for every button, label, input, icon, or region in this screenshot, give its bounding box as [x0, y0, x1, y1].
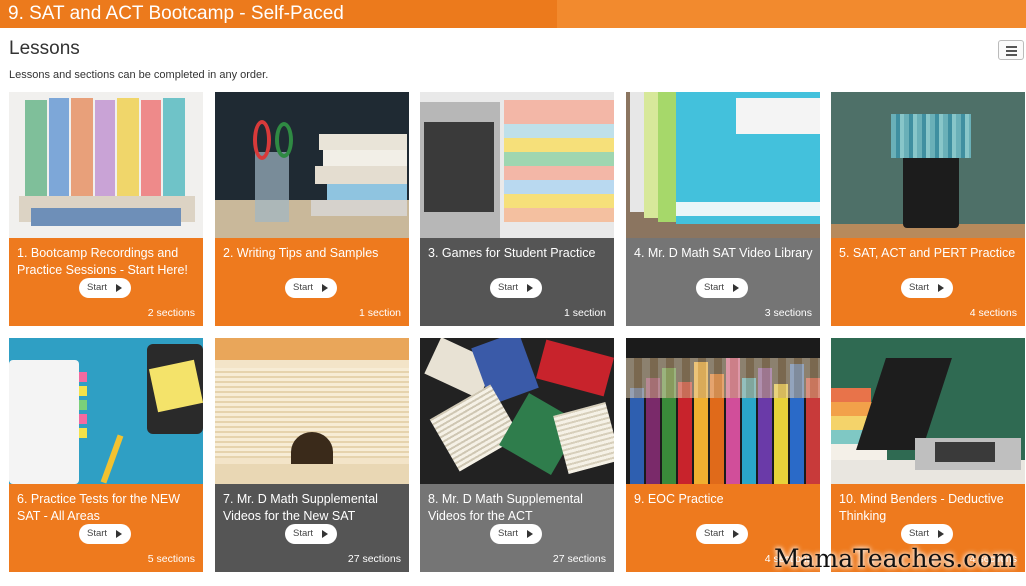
play-icon — [527, 284, 533, 292]
lesson-info-panel: 6. Practice Tests for the NEW SAT - All … — [9, 484, 203, 572]
start-button[interactable]: Start — [696, 524, 748, 544]
lesson-title: 9. EOC Practice — [634, 492, 724, 506]
start-button[interactable]: Start — [285, 278, 337, 298]
lesson-card[interactable]: 3. Games for Student Practice Start 1 se… — [420, 92, 614, 326]
lesson-info-panel: 1. Bootcamp Recordings and Practice Sess… — [9, 238, 203, 326]
lesson-title: 6. Practice Tests for the NEW SAT - All … — [17, 492, 181, 523]
lesson-info-panel: 5. SAT, ACT and PERT Practice Start 4 se… — [831, 238, 1025, 326]
start-button[interactable]: Start — [79, 278, 131, 298]
lesson-thumbnail — [215, 338, 409, 484]
lesson-thumbnail — [626, 338, 820, 484]
play-icon — [116, 284, 122, 292]
lesson-thumbnail — [420, 338, 614, 484]
section-count: 5 sections — [147, 553, 195, 565]
lesson-info-panel: 7. Mr. D Math Supplemental Videos for th… — [215, 484, 409, 572]
play-icon — [938, 530, 944, 538]
lesson-info-panel: 8. Mr. D Math Supplemental Videos for th… — [420, 484, 614, 572]
page-title: Lessons — [9, 38, 80, 59]
play-icon — [322, 530, 328, 538]
play-icon — [527, 530, 533, 538]
section-count: 4 sections — [969, 307, 1017, 319]
lesson-title: 10. Mind Benders - Deductive Thinking — [839, 492, 1004, 523]
section-count: 1 section — [358, 307, 401, 319]
lessons-description: Lessons and sections can be completed in… — [9, 69, 269, 81]
play-icon — [322, 284, 328, 292]
lesson-thumbnail — [9, 92, 203, 238]
watermark: MamaTeaches.com — [774, 544, 1016, 573]
lesson-thumbnail — [626, 92, 820, 238]
lesson-thumbnail — [420, 92, 614, 238]
lesson-info-panel: 4. Mr. D Math SAT Video Library Start 3 … — [626, 238, 820, 326]
play-icon — [938, 284, 944, 292]
course-header-bar: 9. SAT and ACT Bootcamp - Self-Paced — [0, 0, 1026, 28]
start-label: Start — [87, 528, 108, 539]
start-label: Start — [293, 282, 314, 293]
lesson-thumbnail — [831, 338, 1025, 484]
start-label: Start — [498, 528, 519, 539]
start-label: Start — [293, 528, 314, 539]
start-button[interactable]: Start — [79, 524, 131, 544]
start-button[interactable]: Start — [490, 524, 542, 544]
section-count: 27 sections — [347, 553, 401, 565]
start-label: Start — [909, 282, 930, 293]
list-view-button[interactable] — [998, 40, 1024, 60]
play-icon — [733, 284, 739, 292]
lesson-card[interactable]: 4. Mr. D Math SAT Video Library Start 3 … — [626, 92, 820, 326]
list-icon — [1006, 46, 1017, 58]
section-count: 27 sections — [552, 553, 606, 565]
lesson-title: 1. Bootcamp Recordings and Practice Sess… — [17, 246, 188, 277]
lesson-title: 2. Writing Tips and Samples — [223, 246, 379, 260]
lesson-card[interactable]: 8. Mr. D Math Supplemental Videos for th… — [420, 338, 614, 572]
start-label: Start — [909, 528, 930, 539]
play-icon — [733, 530, 739, 538]
lesson-card[interactable]: 10. Mind Benders - Deductive Thinking St… — [831, 338, 1025, 572]
lesson-card[interactable]: 7. Mr. D Math Supplemental Videos for th… — [215, 338, 409, 572]
section-count: 1 section — [563, 307, 606, 319]
start-button[interactable]: Start — [696, 278, 748, 298]
lesson-title: 3. Games for Student Practice — [428, 246, 596, 260]
lesson-title: 4. Mr. D Math SAT Video Library — [634, 246, 813, 260]
lesson-card[interactable]: 5. SAT, ACT and PERT Practice Start 4 se… — [831, 92, 1025, 326]
lesson-thumbnail — [9, 338, 203, 484]
lesson-title: 5. SAT, ACT and PERT Practice — [839, 246, 1016, 260]
start-button[interactable]: Start — [490, 278, 542, 298]
start-button[interactable]: Start — [901, 524, 953, 544]
section-count: 3 sections — [764, 307, 812, 319]
lesson-title: 7. Mr. D Math Supplemental Videos for th… — [223, 492, 378, 523]
start-button[interactable]: Start — [285, 524, 337, 544]
lesson-info-panel: 2. Writing Tips and Samples Start 1 sect… — [215, 238, 409, 326]
lesson-card[interactable]: 2. Writing Tips and Samples Start 1 sect… — [215, 92, 409, 326]
lesson-card[interactable]: 9. EOC Practice Start 4 sections — [626, 338, 820, 572]
start-label: Start — [498, 282, 519, 293]
start-label: Start — [704, 282, 725, 293]
lesson-title: 8. Mr. D Math Supplemental Videos for th… — [428, 492, 583, 523]
start-label: Start — [87, 282, 108, 293]
start-button[interactable]: Start — [901, 278, 953, 298]
lesson-thumbnail — [831, 92, 1025, 238]
lesson-thumbnail — [215, 92, 409, 238]
play-icon — [116, 530, 122, 538]
start-label: Start — [704, 528, 725, 539]
section-count: 2 sections — [147, 307, 195, 319]
course-title: 9. SAT and ACT Bootcamp - Self-Paced — [0, 0, 557, 28]
lesson-card[interactable]: 6. Practice Tests for the NEW SAT - All … — [9, 338, 203, 572]
lesson-card[interactable]: 1. Bootcamp Recordings and Practice Sess… — [9, 92, 203, 326]
lesson-info-panel: 3. Games for Student Practice Start 1 se… — [420, 238, 614, 326]
